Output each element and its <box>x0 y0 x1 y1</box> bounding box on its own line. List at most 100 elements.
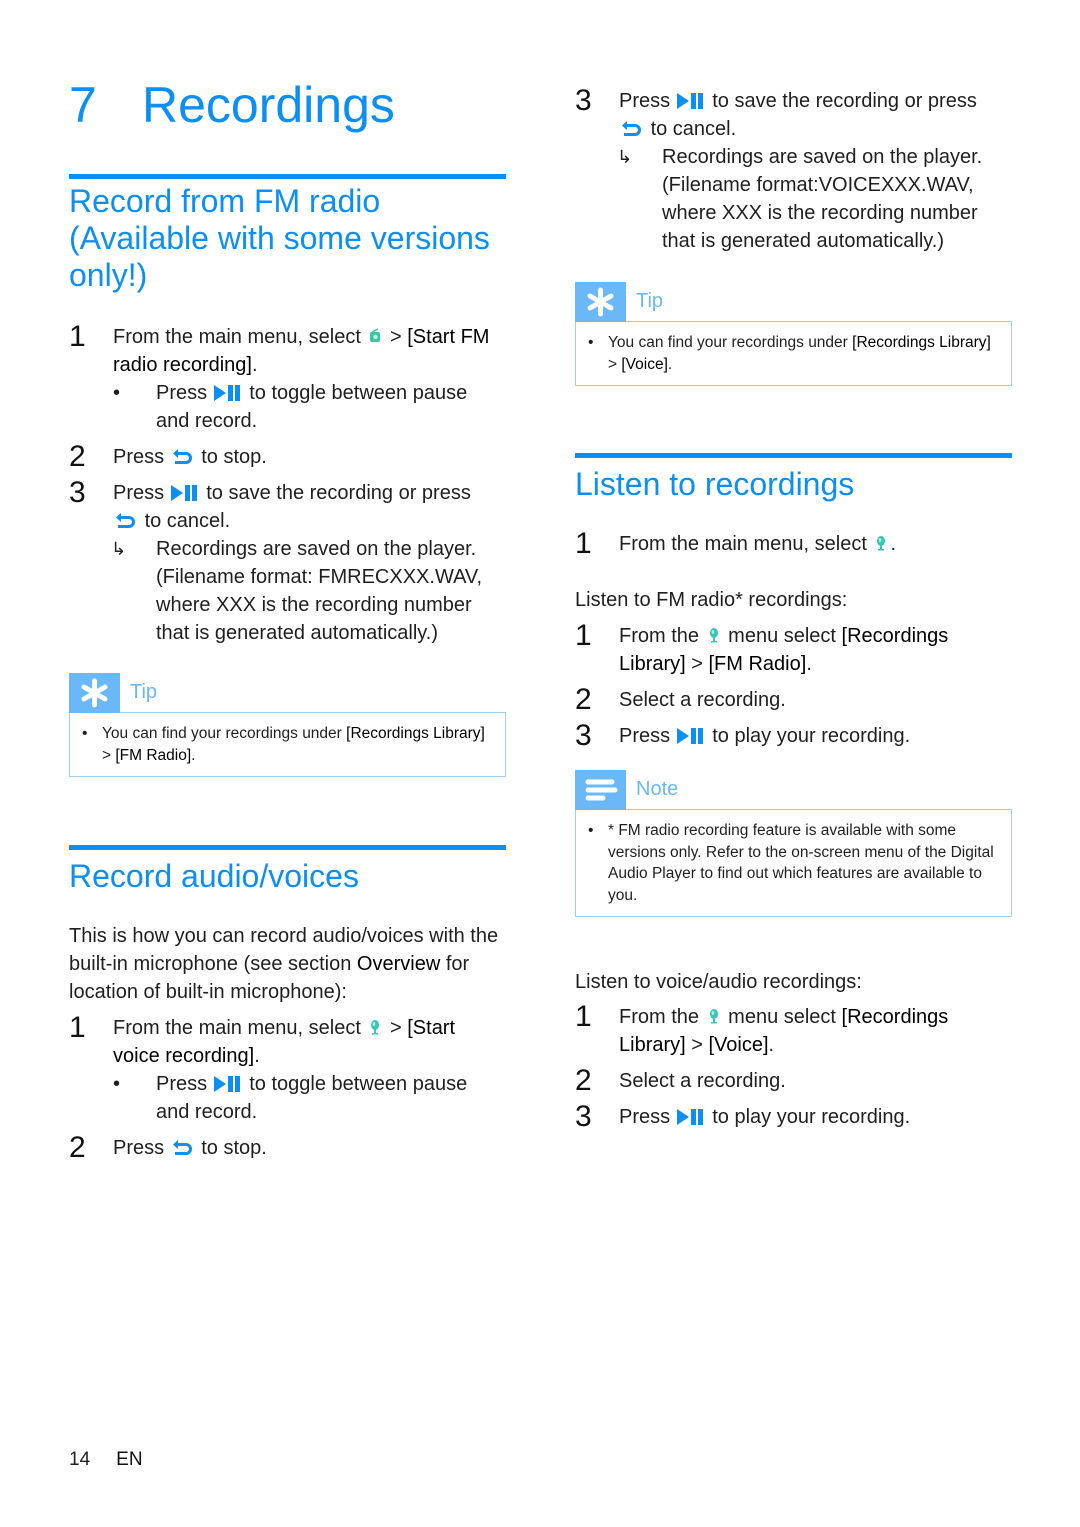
result-text: Recordings are saved on the player. (Fil… <box>156 538 482 644</box>
step-text: Press <box>619 1106 671 1128</box>
fm-step-1-bullet: • Press to toggle between pause and reco… <box>69 379 506 435</box>
step-text: From the main menu, select <box>619 533 867 555</box>
step-text: Press <box>156 1073 208 1095</box>
fm-listen-step-2: 2 Select a recording. <box>575 683 1012 716</box>
voice-step-1: 1 From the main menu, select > [Start vo… <box>69 1011 506 1070</box>
listen-section: Listen to recordings <box>575 453 1012 503</box>
step-text: to play your recording. <box>712 1106 911 1128</box>
tip-text: You can find your recordings under <box>608 334 853 351</box>
voice-intro: This is how you can record audio/voices … <box>69 922 506 1006</box>
step-number: 1 <box>575 1000 592 1033</box>
fm-record-section: Record from FM radio (Available with som… <box>69 174 506 294</box>
note-content: • * FM radio recording feature is availab… <box>575 809 1012 917</box>
fm-listen-steps: 1 From the menu select [Recordings Libra… <box>575 619 1012 752</box>
step-text: From the main menu, select <box>113 326 361 348</box>
step-number: 1 <box>69 320 86 353</box>
fm-step-2: 2 Press to stop. <box>69 440 506 473</box>
step-text: to play your recording. <box>712 725 911 747</box>
menu-option: [Recordings Library] <box>346 725 485 742</box>
note-callout: Note • * FM radio recording feature is av… <box>575 770 1012 917</box>
step-number: 3 <box>69 476 86 509</box>
back-arrow-icon <box>172 447 194 465</box>
step-text: Select a recording. <box>619 1070 786 1092</box>
listen-step-1: 1 From the main menu, select . <box>575 527 1012 560</box>
step-number: 3 <box>575 719 592 752</box>
play-pause-icon <box>170 485 199 501</box>
listen-section-title: Listen to recordings <box>575 466 855 502</box>
menu-option: [Voice] <box>708 1034 769 1056</box>
note-lines-icon <box>575 770 626 810</box>
separator: > <box>685 1034 709 1056</box>
play-pause-icon <box>676 728 705 744</box>
step-text: Press <box>113 446 165 468</box>
voice-step-3-result: ↳ Recordings are saved on the player. (F… <box>575 143 1012 255</box>
step-text: Select a recording. <box>619 689 786 711</box>
punct: . <box>768 1034 775 1056</box>
recordings-menu-icon <box>708 627 720 643</box>
step-text: to cancel. <box>650 118 737 140</box>
step-text: to stop. <box>201 1137 267 1159</box>
step-number: 3 <box>575 1100 592 1133</box>
tip-asterisk-icon <box>575 282 626 322</box>
step-text: to save the recording or press <box>206 482 471 504</box>
play-pause-icon <box>676 93 705 109</box>
menu-option: [Voice] <box>621 355 668 373</box>
voice-step-1-bullet: • Press to toggle between pause and reco… <box>69 1070 506 1126</box>
language-code: EN <box>116 1449 143 1470</box>
back-arrow-icon <box>115 511 137 529</box>
play-pause-icon <box>676 1109 705 1125</box>
punct: . <box>806 653 812 675</box>
tip-asterisk-icon <box>69 673 120 713</box>
note-text: * FM radio recording feature is availabl… <box>608 822 994 904</box>
voice-steps: 1 From the main menu, select > [Start vo… <box>69 1011 506 1164</box>
section-divider <box>69 845 506 850</box>
fm-step-3-result: ↳ Recordings are saved on the player. (F… <box>69 535 506 647</box>
recordings-menu-icon <box>708 1008 720 1024</box>
menu-option: [Recordings Library] <box>852 334 991 351</box>
page-footer: 14 EN <box>69 1449 143 1471</box>
separator: > <box>608 355 622 373</box>
step-text: to save the recording or press <box>712 90 977 112</box>
step-text: From the <box>619 1006 700 1028</box>
play-pause-icon <box>213 1076 242 1092</box>
result-text: Recordings are saved on the player. (Fil… <box>662 146 983 252</box>
punct: . <box>191 746 196 764</box>
fm-tip-callout: Tip • You can find your recordings under … <box>69 673 506 777</box>
step-text: Press <box>113 482 165 504</box>
menu-option: [FM Radio] <box>115 746 192 764</box>
step-number: 2 <box>69 440 86 473</box>
step-text: to cancel. <box>144 510 231 532</box>
voice-record-section: Record audio/voices <box>69 845 506 895</box>
step-text: menu select <box>728 625 842 647</box>
punct: . <box>667 355 673 373</box>
back-arrow-icon <box>172 1138 194 1156</box>
step-text: From the main menu, select <box>113 1017 361 1039</box>
step-number: 1 <box>575 527 592 560</box>
voice-listen-step-3: 3 Press to play your recording. <box>575 1100 1012 1133</box>
play-pause-icon <box>213 385 242 401</box>
chapter-title-text: Recordings <box>142 77 395 133</box>
fm-listen-step-3: 3 Press to play your recording. <box>575 719 1012 752</box>
chapter-number: 7 <box>69 77 97 133</box>
bullet: • <box>113 382 121 404</box>
tip-text: You can find your recordings under <box>102 725 347 742</box>
voice-tip-callout: Tip • You can find your recordings under … <box>575 282 1012 386</box>
punct: . <box>251 354 258 376</box>
note-label: Note <box>636 778 679 800</box>
step-number: 1 <box>575 619 592 652</box>
step-text: to stop. <box>201 446 267 468</box>
tip-content: • You can find your recordings under [Rec… <box>575 321 1012 386</box>
step-number: 2 <box>69 1131 86 1164</box>
step-text: From the <box>619 625 700 647</box>
step-text: Press <box>619 725 671 747</box>
voice-menu-icon <box>369 1019 381 1035</box>
voice-listen-heading: Listen to voice/audio recordings: <box>575 971 862 993</box>
tip-label: Tip <box>636 290 664 312</box>
back-arrow-icon <box>621 119 643 137</box>
section-divider <box>69 174 506 179</box>
punct: . <box>890 533 896 555</box>
fm-step-1: 1 From the main menu, select > [Start FM… <box>69 320 506 379</box>
voice-step-3-block: 3 Press to save the recording or press t… <box>575 84 1012 255</box>
step-number: 3 <box>575 84 592 117</box>
result-arrow-icon: ↳ <box>111 539 127 559</box>
